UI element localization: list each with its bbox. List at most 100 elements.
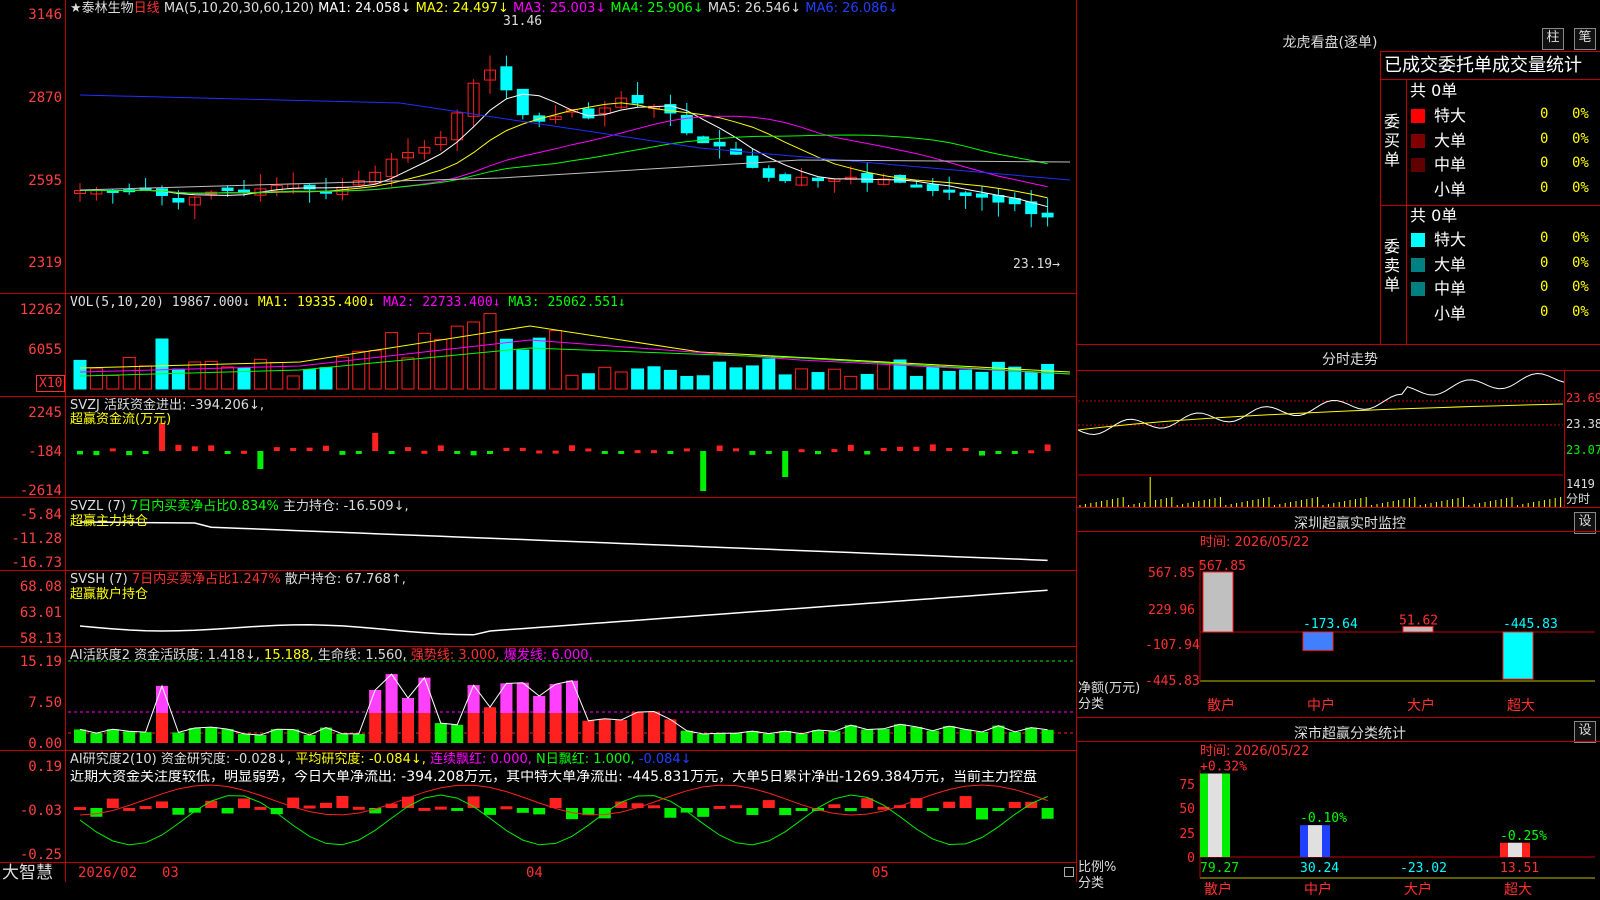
svzl-axis-2: -11.28 xyxy=(11,531,62,547)
classify-bar xyxy=(1200,773,1230,857)
svzj-bar xyxy=(536,450,543,454)
volume-bar xyxy=(713,361,727,390)
svzj-bar xyxy=(437,445,444,451)
volume-bar xyxy=(909,375,923,390)
ai-research-axis-2: -0.03 xyxy=(19,803,62,819)
period-label[interactable]: 日线 xyxy=(134,1,160,16)
volume-bar xyxy=(663,369,677,390)
row-name: 小单 xyxy=(1434,179,1467,199)
low-price-mark: 23.19→ xyxy=(1013,257,1060,272)
candle-body xyxy=(713,141,726,147)
ma4-value: MA4: 25.906↓ xyxy=(610,1,704,16)
volume-bar xyxy=(434,339,448,390)
active-bar xyxy=(697,734,710,743)
monitor-category: 大户 xyxy=(1407,697,1435,714)
active-bar xyxy=(123,731,136,743)
research-bar xyxy=(238,798,250,808)
svzj-bar xyxy=(798,449,805,453)
svzj-bar xyxy=(815,451,821,455)
classify-divider xyxy=(1076,741,1600,742)
ai-research-e: -0.084↓ xyxy=(638,752,692,767)
svzj-bar xyxy=(700,451,707,491)
classify-category: 散户 xyxy=(1204,881,1232,898)
vol-ma1: MA1: 19335.400↓ xyxy=(257,295,376,310)
research-bar xyxy=(844,808,857,812)
active-bar xyxy=(844,725,857,743)
lock-icon[interactable] xyxy=(1064,867,1074,877)
volume-bar xyxy=(795,368,809,390)
candle-body xyxy=(746,155,759,168)
ma6-value: MA6: 26.086↓ xyxy=(805,1,899,16)
divider-svzl xyxy=(0,497,1076,498)
row-value: 0 xyxy=(1540,254,1549,271)
classify-settings-button[interactable]: 设 xyxy=(1574,721,1596,743)
svzj-bar xyxy=(765,451,772,454)
classify-axis-1: 75 xyxy=(1179,778,1195,793)
row-name: 中单 xyxy=(1434,155,1467,174)
intraday-avg-line xyxy=(1077,403,1564,431)
ai-research-label: AI研究度2(10) xyxy=(70,752,157,767)
monitor-axis-2: 229.96 xyxy=(1148,603,1195,618)
active-bar xyxy=(631,712,644,743)
ai-active-axis-2: 7.50 xyxy=(28,695,62,711)
row-swatch xyxy=(1411,109,1425,123)
svsh-header: SVSH (7) 7日内买卖净占比1.247% 散户持仓: 67.768↑, xyxy=(70,572,406,587)
column-view-button[interactable]: 柱 xyxy=(1542,28,1564,50)
classify-time: 时间: 2026/05/22 xyxy=(1200,744,1310,759)
svzj-bar xyxy=(421,450,428,454)
research-bar xyxy=(910,798,923,808)
monitor-ylabel: 净额(万元) xyxy=(1078,681,1141,696)
research-bar xyxy=(254,806,267,810)
volume-bar xyxy=(762,358,776,390)
research-bar xyxy=(713,805,726,809)
active-bar xyxy=(90,733,103,743)
row-value: 0 xyxy=(1540,130,1549,147)
active-bar xyxy=(943,726,956,743)
monitor-category: 超大 xyxy=(1507,698,1535,714)
stock-name: 泰林生物 xyxy=(81,1,134,16)
research-bar xyxy=(451,808,464,811)
volume-bar xyxy=(106,374,120,390)
active-bar xyxy=(910,726,923,743)
star-icon[interactable]: ★ xyxy=(70,1,82,16)
svzl-axis-3: -16.73 xyxy=(11,555,62,571)
research-bar xyxy=(352,806,365,810)
research-bar xyxy=(205,800,218,808)
classify-category: 大户 xyxy=(1404,881,1432,898)
candle-body xyxy=(631,94,644,104)
volume-bar xyxy=(368,350,382,390)
research-bar xyxy=(139,806,152,810)
active-bar xyxy=(992,725,1005,743)
row-swatch xyxy=(1411,158,1425,172)
svzj-bar xyxy=(159,423,165,451)
svzj-bar xyxy=(142,451,149,454)
vol-ma3-line xyxy=(79,347,1071,377)
svzj-bar xyxy=(946,448,953,452)
candle-body xyxy=(172,198,185,203)
active-bar xyxy=(352,733,365,743)
candle-body xyxy=(238,189,250,193)
divider-svzj xyxy=(0,396,1076,397)
svsh-axis-1: 68.08 xyxy=(19,579,62,595)
monitor-axis-1: 567.85 xyxy=(1148,566,1195,581)
active-bar xyxy=(861,729,874,743)
svzj-bar xyxy=(372,433,379,451)
dragon-divider-header xyxy=(1380,79,1600,80)
active-bar xyxy=(188,727,201,743)
volume-bar xyxy=(647,366,661,390)
classify-value: 79.27 xyxy=(1200,861,1239,876)
svsh-value: 散户持仓: 67.768↑, xyxy=(284,572,406,587)
svzl-value: 主力持仓: -16.509↓, xyxy=(282,499,409,514)
research-bar xyxy=(516,808,529,813)
svzj-bar xyxy=(257,451,264,469)
research-bar xyxy=(746,808,759,815)
candle-body xyxy=(926,184,939,191)
svsh-line xyxy=(79,589,1048,636)
tick-view-button[interactable]: 笔 xyxy=(1574,28,1596,50)
active-bar-top xyxy=(549,684,562,713)
svzj-bar xyxy=(618,451,625,454)
svzj-bar xyxy=(224,451,231,454)
active-bar-top xyxy=(156,685,168,713)
volume-bar xyxy=(696,375,710,390)
row-percent: 0% xyxy=(1572,230,1589,246)
